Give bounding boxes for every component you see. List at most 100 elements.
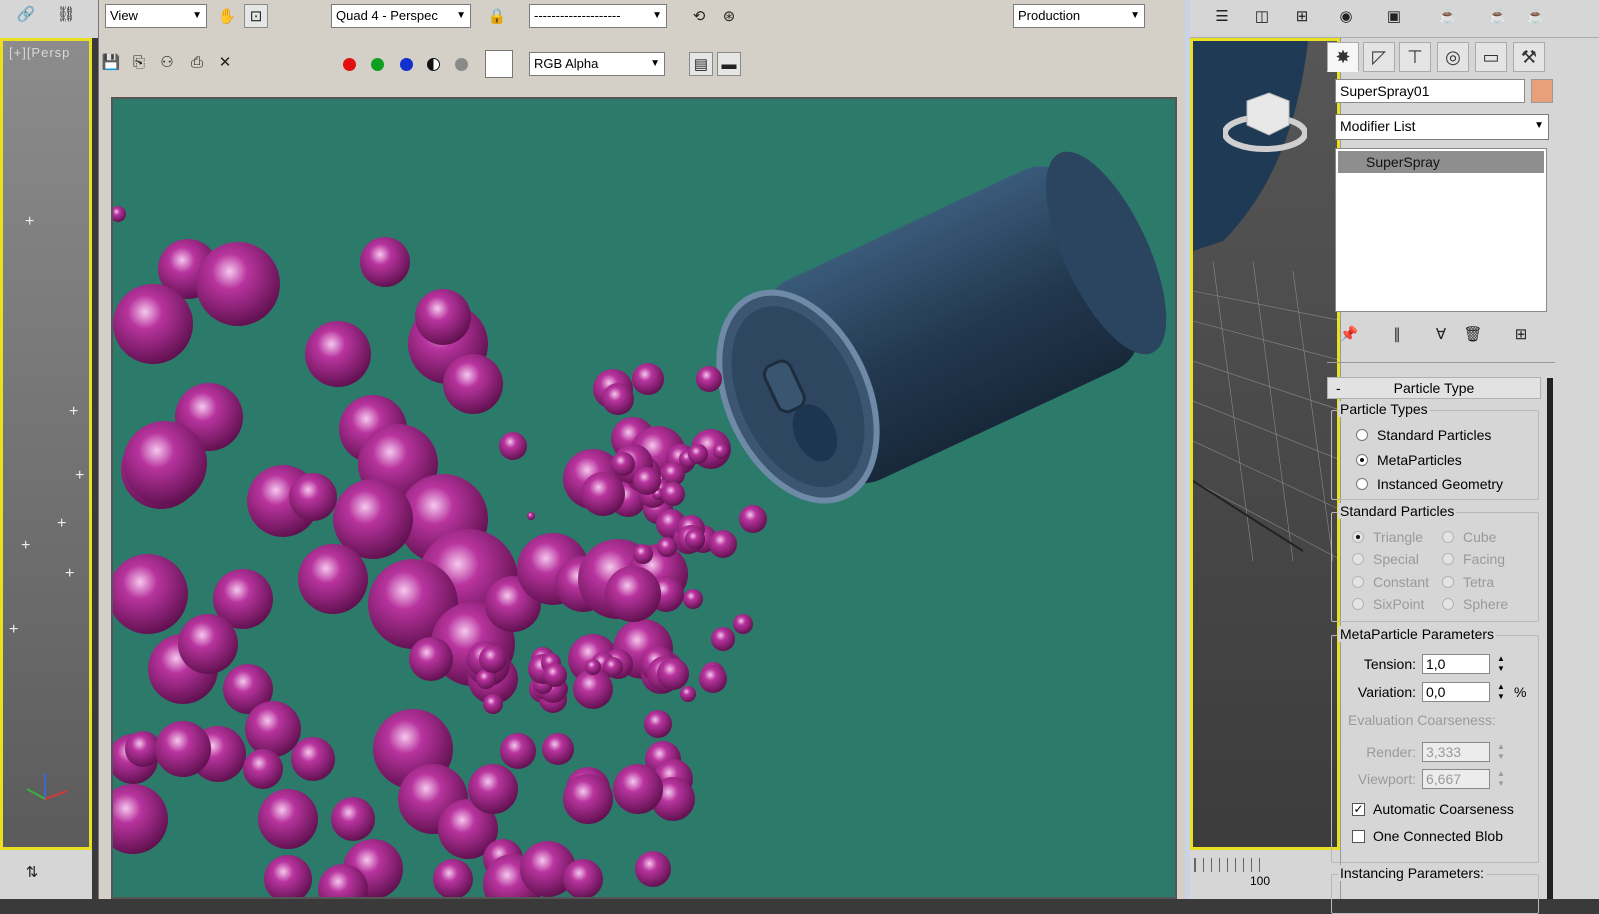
render-setup-icon[interactable]: ▣ [1382, 4, 1406, 28]
viewport-dropdown[interactable]: Quad 4 - Perspec ▼ [331, 4, 471, 28]
render-preset-dropdown[interactable]: -------------------- ▼ [529, 4, 667, 28]
viewport-scene [1193, 41, 1337, 562]
red-channel-icon[interactable] [343, 58, 356, 71]
timeline-end-number: 100 [1250, 874, 1271, 888]
layer-manager-icon[interactable]: ☰ [1210, 4, 1234, 28]
configure-sets-icon[interactable]: ⊞ [1509, 322, 1533, 346]
particle-type-rollout-header[interactable]: - Particle Type [1327, 377, 1541, 399]
pin-stack-icon[interactable]: 📌 [1337, 322, 1361, 346]
make-unique-icon[interactable]: ∀ [1429, 322, 1453, 346]
tension-label: Tension: [1363, 656, 1416, 672]
variation-field[interactable]: 0,0 [1422, 682, 1490, 702]
radio-standard-particles[interactable]: Standard Particles [1356, 427, 1491, 443]
radio-selected-icon [1356, 454, 1368, 466]
radio-tetra[interactable]: Tetra [1442, 574, 1494, 590]
radio-sphere[interactable]: Sphere [1442, 596, 1508, 612]
checkbox-label: One Connected Blob [1373, 828, 1503, 844]
radio-label: Triangle [1373, 529, 1424, 545]
standard-particles-label: Standard Particles [1338, 503, 1457, 519]
chevron-down-icon: ▼ [192, 10, 202, 21]
show-end-result-icon[interactable]: ∥ [1385, 322, 1409, 346]
modifier-stack[interactable]: SuperSpray [1335, 148, 1547, 312]
key-mode-icon[interactable]: ⇅ [20, 860, 44, 884]
radio-icon [1356, 429, 1368, 441]
modify-tab-icon[interactable]: ◸ [1363, 42, 1395, 72]
link-icon[interactable]: 🔗 [14, 2, 38, 26]
radio-label: Cube [1463, 529, 1497, 545]
material-editor-icon[interactable]: ◉ [1334, 4, 1358, 28]
blue-channel-icon[interactable] [400, 58, 413, 71]
toggle-ui-icon[interactable]: ▬ [717, 52, 741, 76]
right-viewport[interactable] [1190, 38, 1340, 850]
display-tab-icon[interactable]: ▭ [1475, 42, 1507, 72]
radio-instanced-geometry[interactable]: Instanced Geometry [1356, 476, 1503, 492]
unlink-icon[interactable]: ⛓ [54, 2, 78, 26]
toggle-ui-overlay-icon[interactable]: ▤ [689, 52, 713, 76]
utilities-tab-icon[interactable]: ⚒ [1513, 42, 1545, 72]
object-name-field[interactable]: SuperSpray01 [1335, 79, 1525, 103]
viewport-label[interactable]: [+][Persp [9, 45, 70, 60]
save-image-icon[interactable]: 💾 [99, 50, 123, 74]
copy-image-icon[interactable]: ⎘ [127, 50, 151, 74]
green-channel-icon[interactable] [371, 58, 384, 71]
channel-display-dropdown[interactable]: RGB Alpha ▼ [529, 52, 665, 76]
hierarchy-tab-icon[interactable]: ⊤ [1399, 42, 1431, 72]
radio-facing[interactable]: Facing [1442, 551, 1505, 567]
swatch-icon[interactable] [485, 50, 513, 78]
chevron-down-icon: ▼ [650, 58, 660, 69]
viewport-coarseness-field[interactable]: 6,667 [1422, 769, 1490, 789]
remove-modifier-icon[interactable]: 🗑 [1461, 322, 1485, 346]
tension-spinner: Tension: 1,0 ▲ ▼ [1336, 654, 1508, 674]
lock-icon[interactable]: 🔒 [485, 4, 509, 28]
spinner-arrows-icon[interactable]: ▲ ▼ [1494, 682, 1508, 702]
one-connected-blob-checkbox[interactable]: One Connected Blob [1352, 828, 1503, 844]
environment-icon[interactable]: ⊛ [717, 4, 741, 28]
radio-icon [1352, 598, 1364, 610]
radio-sixpoint[interactable]: SixPoint [1352, 596, 1424, 612]
viewcube-icon[interactable] [1222, 81, 1308, 157]
automatic-coarseness-checkbox[interactable]: ✓ Automatic Coarseness [1352, 801, 1514, 817]
stack-item-superspray[interactable]: SuperSpray [1338, 151, 1544, 173]
radio-constant[interactable]: Constant [1352, 574, 1429, 590]
area-to-render-dropdown[interactable]: View ▼ [105, 4, 207, 28]
radio-triangle[interactable]: Triangle [1352, 529, 1423, 545]
command-panel-scrollbar[interactable] [1547, 378, 1553, 899]
object-color-swatch[interactable] [1531, 79, 1553, 103]
curve-editor-icon[interactable]: ◫ [1250, 4, 1274, 28]
spinner-arrows-icon[interactable]: ▲ ▼ [1494, 654, 1508, 674]
render-iterative-icon[interactable]: ☕ [1524, 4, 1548, 28]
radio-label: Constant [1373, 574, 1430, 590]
clone-frame-icon[interactable]: ⚇ [155, 50, 179, 74]
render-production-icon[interactable]: ☕ [1486, 4, 1510, 28]
spinner-arrows-icon[interactable]: ▲ ▼ [1494, 742, 1508, 762]
render-mode-dropdown[interactable]: Production ▼ [1013, 4, 1145, 28]
alpha-channel-icon[interactable] [427, 58, 440, 71]
left-viewport[interactable]: [+][Persp + + + + + + + [0, 38, 92, 850]
edit-region-icon[interactable]: ✋ [215, 4, 239, 28]
spinner-arrows-icon[interactable]: ▲ ▼ [1494, 769, 1508, 789]
chevron-down-icon: ▼ [1130, 10, 1140, 21]
render-setup-icon[interactable]: ⟲ [687, 4, 711, 28]
particle-marker: + [69, 403, 79, 420]
auto-region-icon[interactable]: ⊡ [244, 4, 268, 28]
channel-display-value: RGB Alpha [534, 56, 599, 71]
monochrome-icon[interactable] [455, 58, 468, 71]
viewport-value: Quad 4 - Perspec [336, 8, 438, 23]
render-frame-icon[interactable]: ☕ [1436, 4, 1460, 28]
clear-icon[interactable]: ✕ [213, 50, 237, 74]
radio-cube[interactable]: Cube [1442, 529, 1496, 545]
tension-field[interactable]: 1,0 [1422, 654, 1490, 674]
render-coarseness-field[interactable]: 3,333 [1422, 742, 1490, 762]
create-tab-icon[interactable]: ✸ [1327, 42, 1359, 72]
schematic-icon[interactable]: ⊞ [1290, 4, 1314, 28]
modifier-list-dropdown[interactable]: Modifier List ▼ [1335, 114, 1549, 140]
particle-marker: + [57, 515, 67, 532]
radio-selected-icon [1352, 531, 1364, 543]
rollout-collapse-icon: - [1336, 380, 1341, 396]
timeline-strip[interactable]: 100 [1190, 850, 1340, 899]
particle-marker: + [25, 213, 35, 230]
motion-tab-icon[interactable]: ◎ [1437, 42, 1469, 72]
radio-metaparticles[interactable]: MetaParticles [1356, 452, 1462, 468]
radio-special[interactable]: Special [1352, 551, 1419, 567]
print-icon[interactable]: ⎙ [185, 50, 209, 74]
